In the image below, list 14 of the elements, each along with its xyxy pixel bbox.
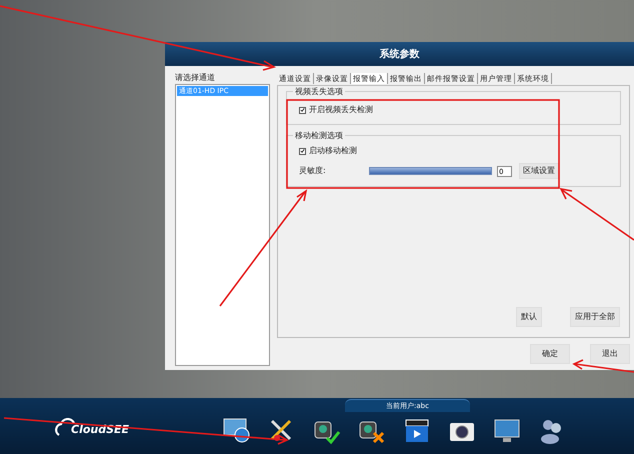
dialog-button[interactable]: 确定 [530, 344, 570, 364]
dialog-button[interactable]: 应用于全部 [570, 307, 620, 327]
group-title: 移动检测选项 [293, 130, 345, 142]
checkbox[interactable] [299, 106, 306, 114]
checkbox-label: 启动移动检测 [309, 145, 357, 157]
window-title: 系统参数 [165, 42, 634, 66]
sensitivity-label: 灵敏度: [299, 165, 327, 177]
checkbox-label: 开启视频丢失检测 [309, 104, 373, 116]
region-settings-button[interactable]: 区域设置 [519, 163, 559, 179]
dialog-button[interactable]: 默认 [516, 307, 542, 327]
group-title: 视频丢失选项 [293, 86, 345, 98]
dialog-button[interactable]: 退出 [590, 344, 630, 364]
channel-list-label: 请选择通道 [175, 72, 216, 83]
checkbox[interactable] [299, 148, 306, 154]
